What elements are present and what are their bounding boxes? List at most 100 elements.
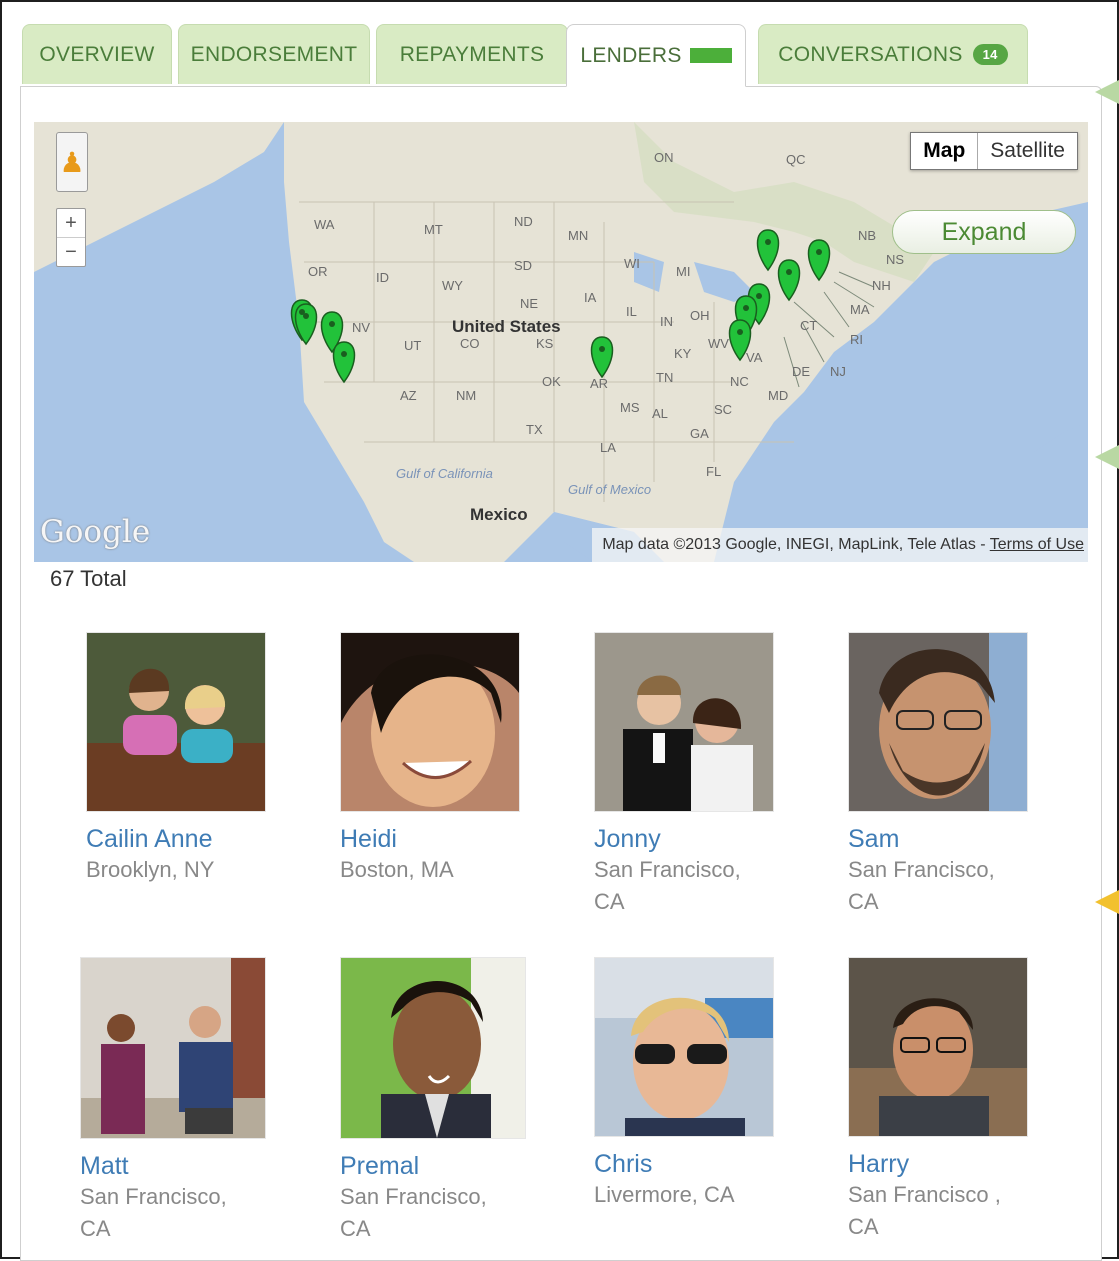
lender-location: San Francisco, CA	[80, 1184, 227, 1241]
svg-text:AL: AL	[652, 406, 668, 421]
map-type-satellite-button[interactable]: Satellite	[978, 133, 1077, 169]
google-logo: Google	[40, 514, 151, 550]
lender-name[interactable]: Heidi	[340, 824, 540, 854]
tab-label: ENDORSEMENT	[190, 42, 358, 66]
svg-text:KY: KY	[674, 346, 692, 361]
svg-text:MT: MT	[424, 222, 443, 237]
svg-text:FL: FL	[706, 464, 721, 479]
svg-text:WA: WA	[314, 217, 335, 232]
lender-photo[interactable]	[594, 632, 774, 812]
lender-name[interactable]: Chris	[594, 1149, 794, 1179]
map-country-label: United States	[452, 317, 561, 336]
lender-photo[interactable]	[340, 632, 520, 812]
lender-location: Boston, MA	[340, 857, 454, 882]
svg-text:VA: VA	[746, 350, 763, 365]
svg-text:IL: IL	[626, 304, 637, 319]
attribution-text: Map data ©2013 Google, INEGI, MapLink, T…	[602, 536, 990, 553]
svg-text:ON: ON	[654, 150, 674, 165]
tab-endorsement[interactable]: ENDORSEMENT	[178, 24, 370, 84]
pointer-arrow-icon	[1095, 80, 1119, 104]
lender-name[interactable]: Harry	[848, 1149, 1048, 1179]
zoom-in-button[interactable]: +	[57, 209, 85, 237]
tab-overview[interactable]: OVERVIEW	[22, 24, 172, 84]
svg-text:WI: WI	[624, 256, 640, 271]
active-tab-indicator	[689, 48, 732, 63]
tab-label: OVERVIEW	[39, 42, 155, 66]
lender-card: Cailin Anne Brooklyn, NY	[86, 632, 286, 886]
svg-text:NH: NH	[872, 278, 891, 293]
svg-text:ND: ND	[514, 214, 533, 229]
svg-text:CT: CT	[800, 318, 817, 333]
svg-text:IN: IN	[660, 314, 673, 329]
svg-text:CO: CO	[460, 336, 480, 351]
street-view-pegman-icon[interactable]: ♟	[56, 132, 88, 192]
svg-text:AR: AR	[590, 376, 608, 391]
svg-text:TN: TN	[656, 370, 673, 385]
lender-name[interactable]: Premal	[340, 1151, 540, 1181]
lenders-total: 67 Total	[50, 566, 127, 591]
svg-text:WY: WY	[442, 278, 463, 293]
svg-text:ID: ID	[376, 270, 389, 285]
svg-text:NE: NE	[520, 296, 538, 311]
svg-text:SC: SC	[714, 402, 732, 417]
svg-text:KS: KS	[536, 336, 554, 351]
lender-photo[interactable]	[848, 632, 1028, 812]
map-country-label: Mexico	[470, 505, 528, 524]
lender-location: San Francisco , CA	[848, 1182, 1001, 1239]
svg-text:WV: WV	[708, 336, 729, 351]
lender-card: Premal San Francisco, CA	[340, 957, 540, 1245]
lender-card: Sam San Francisco, CA	[848, 632, 1048, 918]
lenders-map[interactable]: WA MT ND MN OR ID WY SD NE IA NV UT CO KS AZ NM OK T…	[34, 122, 1088, 562]
svg-text:SD: SD	[514, 258, 532, 273]
zoom-out-button[interactable]: −	[57, 237, 85, 266]
map-type-map-button[interactable]: Map	[911, 133, 979, 169]
tab-label: REPAYMENTS	[399, 42, 545, 66]
lender-name[interactable]: Jonny	[594, 824, 794, 854]
svg-text:DE: DE	[792, 364, 810, 379]
svg-text:NS: NS	[886, 252, 904, 267]
svg-text:TX: TX	[526, 422, 543, 437]
svg-text:UT: UT	[404, 338, 421, 353]
svg-text:OH: OH	[690, 308, 710, 323]
map-canvas[interactable]: WA MT ND MN OR ID WY SD NE IA NV UT CO KS AZ NM OK T…	[34, 122, 1088, 562]
conversation-count-badge: 14	[972, 44, 1008, 65]
map-type-toggle: Map Satellite	[910, 132, 1078, 170]
tab-repayments[interactable]: REPAYMENTS	[376, 24, 568, 84]
svg-text:NB: NB	[858, 228, 876, 243]
lender-name[interactable]: Cailin Anne	[86, 824, 286, 854]
svg-text:LA: LA	[600, 440, 616, 455]
svg-text:NJ: NJ	[830, 364, 846, 379]
svg-text:QC: QC	[786, 152, 806, 167]
lender-card: Jonny San Francisco, CA	[594, 632, 794, 918]
tab-label: LENDERS	[580, 43, 682, 67]
lender-photo[interactable]	[86, 632, 266, 812]
svg-text:MS: MS	[620, 400, 640, 415]
map-water-label: Gulf of California	[396, 466, 493, 481]
svg-text:GA: GA	[690, 426, 709, 441]
map-attribution: Map data ©2013 Google, INEGI, MapLink, T…	[592, 528, 1088, 562]
svg-text:NV: NV	[352, 320, 370, 335]
svg-text:MN: MN	[568, 228, 588, 243]
svg-text:NC: NC	[730, 374, 749, 389]
svg-text:MI: MI	[676, 264, 690, 279]
terms-of-use-link[interactable]: Terms of Use	[990, 536, 1084, 553]
lender-name[interactable]: Sam	[848, 824, 1048, 854]
svg-text:IA: IA	[584, 290, 597, 305]
lender-card: Chris Livermore, CA	[594, 957, 794, 1211]
svg-text:MA: MA	[850, 302, 870, 317]
zoom-control: + −	[56, 208, 86, 267]
expand-map-button[interactable]: Expand	[892, 210, 1076, 254]
svg-text:RI: RI	[850, 332, 863, 347]
lender-photo[interactable]	[848, 957, 1028, 1137]
svg-text:OR: OR	[308, 264, 328, 279]
pointer-arrow-icon	[1095, 445, 1119, 469]
lender-photo[interactable]	[340, 957, 526, 1139]
lender-name[interactable]: Matt	[80, 1151, 280, 1181]
lender-card: Matt San Francisco, CA	[80, 957, 280, 1245]
tab-conversations[interactable]: CONVERSATIONS 14	[758, 24, 1028, 84]
lender-location: Brooklyn, NY	[86, 857, 215, 882]
lender-photo[interactable]	[594, 957, 774, 1137]
tab-lenders[interactable]: LENDERS	[566, 24, 746, 87]
lender-photo[interactable]	[80, 957, 266, 1139]
tab-label: CONVERSATIONS	[778, 42, 963, 66]
